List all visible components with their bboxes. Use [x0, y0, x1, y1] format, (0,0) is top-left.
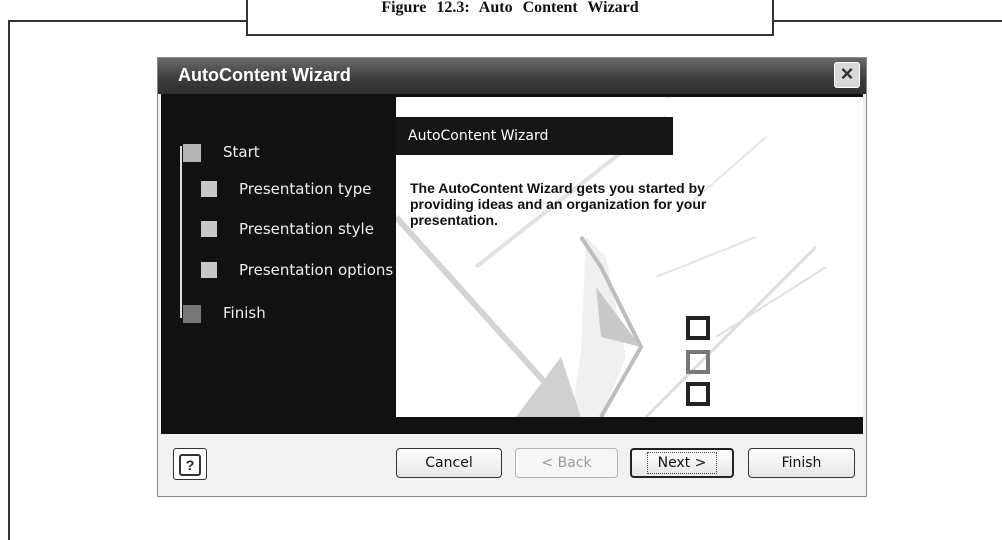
step-label: Start	[223, 143, 260, 161]
square-icon	[686, 316, 710, 340]
step-label: Finish	[223, 304, 266, 322]
wizard-panel: AutoContent Wizard The AutoContent Wizar…	[396, 97, 863, 417]
button-bar: ? Cancel < Back Next > Finish	[158, 434, 866, 496]
close-icon: ×	[840, 61, 854, 86]
next-button-label: Next >	[646, 452, 718, 474]
step-marker-icon	[201, 262, 217, 278]
step-marker-icon	[183, 144, 201, 162]
step-marker-icon	[183, 305, 201, 323]
title-bar[interactable]: AutoContent Wizard ×	[158, 58, 866, 94]
back-button[interactable]: < Back	[515, 448, 618, 478]
step-list: Start Presentation type Presentation sty…	[161, 94, 396, 434]
cancel-button[interactable]: Cancel	[396, 448, 502, 478]
autocontent-wizard-dialog: AutoContent Wizard × Start Presentation …	[157, 57, 867, 497]
square-icon	[686, 382, 710, 406]
close-button[interactable]: ×	[834, 62, 860, 88]
panel-header: AutoContent Wizard	[396, 117, 673, 155]
wizard-content: Start Presentation type Presentation sty…	[161, 94, 863, 434]
step-marker-icon	[201, 221, 217, 237]
square-icon	[686, 350, 710, 374]
help-button[interactable]: ?	[173, 448, 207, 480]
step-connector	[180, 146, 182, 318]
step-label: Presentation options	[239, 261, 394, 279]
step-label: Presentation type	[239, 180, 372, 198]
step-marker-icon	[201, 181, 217, 197]
panel-description: The AutoContent Wizard gets you started …	[410, 180, 707, 228]
figure-caption: Figure 12.3: Auto Content Wizard	[246, 0, 774, 36]
dialog-title: AutoContent Wizard	[178, 65, 351, 85]
help-icon: ?	[179, 454, 201, 476]
step-label: Presentation style	[239, 220, 374, 238]
next-button[interactable]: Next >	[630, 448, 734, 478]
finish-button[interactable]: Finish	[748, 448, 855, 478]
